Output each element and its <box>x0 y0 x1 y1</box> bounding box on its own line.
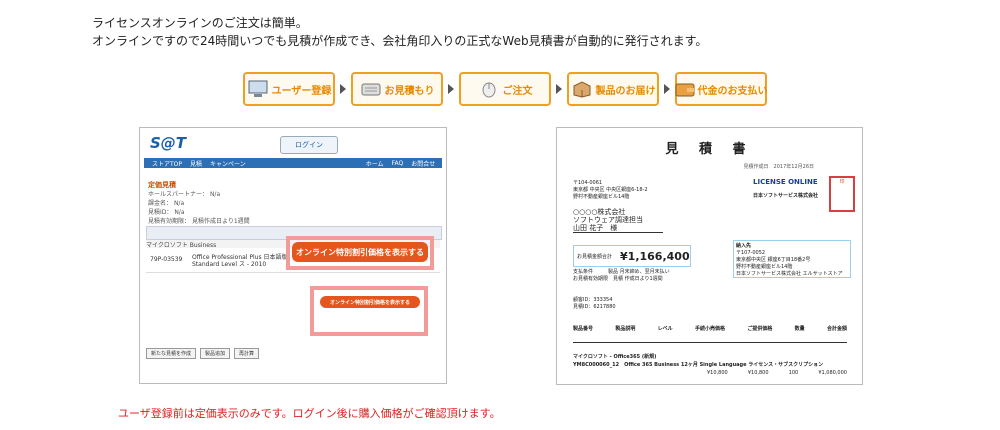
total-amount: ¥1,166,400 <box>620 249 690 263</box>
keyboard-icon <box>360 79 382 99</box>
arrow-icon <box>448 84 454 94</box>
vendor-name: 日本ソフトサービス株式会社 <box>753 193 819 199</box>
mouse-icon <box>478 79 500 99</box>
arrow-icon <box>340 84 346 94</box>
discount-price-button[interactable]: オンライン特別割引価格を表示する <box>320 296 420 308</box>
license-online-logo: LICENSE ONLINE 日本ソフトサービス株式会社 <box>753 178 819 199</box>
nav-item[interactable]: ホーム <box>366 159 384 168</box>
quotation-document: 見 積 書 見積作成日 2017年12月26日 〒104-0061 東京都 中央区… <box>556 127 863 385</box>
divider <box>573 342 847 343</box>
arrow-icon <box>664 84 670 94</box>
item-values: ¥10,800 ¥10,800 100 ¥1,080,000 <box>707 370 847 376</box>
step-user-registration[interactable]: ユーザー登録 <box>243 72 335 106</box>
estimate-screen-screenshot: S@T ログイン ストアTOP 見積 キャンペーン ホーム FAQ お問合せ 定… <box>139 127 447 384</box>
company-seal: 印 <box>829 176 855 212</box>
section-title: 定価見積 <box>148 181 176 189</box>
login-button[interactable]: ログイン <box>280 136 338 154</box>
store-nav: ストアTOP 見積 キャンペーン ホーム FAQ お問合せ <box>144 158 442 168</box>
intro-line-2: オンラインですので24時間いつでも見積が作成でき、会社角印入りの正式なWeb見積… <box>92 34 708 48</box>
product-name: Office Professional Plus 日本語版 Standard L… <box>192 254 288 268</box>
total-label: お見積金額合計 <box>577 253 613 260</box>
step-order[interactable]: ご注文 <box>459 72 551 106</box>
step-label: 代金のお支払い <box>697 85 768 97</box>
estimate-info: ホールスパートナー： N/a 課金名： N/a 見積ID： N/a 見積有効期限… <box>148 191 250 225</box>
total-amount-box: お見積金額合計 ¥1,166,400 <box>573 245 691 267</box>
doc-title: 見 積 書 <box>665 142 754 157</box>
login-notice: ユーザ登録前は定価表示のみです。ログイン後に購入価格がご確認頂けます。 <box>118 407 501 420</box>
nav-item[interactable]: お問合せ <box>411 159 435 168</box>
arrow-icon <box>556 84 562 94</box>
step-label: 製品のお届け <box>595 85 656 97</box>
highlight-box <box>310 286 428 336</box>
discount-price-button[interactable]: オンライン特別割引価格を表示する <box>292 242 428 262</box>
nav-item[interactable]: FAQ <box>392 160 404 167</box>
payment-terms: 支払条件 製品 月末締め、翌月末払い お見積有効期限 見積 作成日より1週間 <box>573 269 670 282</box>
delivery-address: 納入先 〒107-0052 東京都中央区 銀座6丁目18番2号 野村不動産銀座ビル14… <box>733 240 851 278</box>
item-table-header: 製品番号 製品説明 レベル 手続小売価格 ご提供価格 数量 合計金額 <box>573 326 847 332</box>
action-buttons: 新たな見積を作成 製品追加 再計算 <box>146 348 260 359</box>
nav-item[interactable]: キャンペーン <box>210 159 246 168</box>
step-label: ご注文 <box>502 85 533 97</box>
add-product-button[interactable]: 製品追加 <box>200 348 231 359</box>
client-name: ○○○○株式会社 ソフトウェア調達担当 山田 花子 様 <box>573 208 663 233</box>
step-payment[interactable]: 代金のお支払い <box>675 72 768 106</box>
product-code: 79P-03539 <box>150 256 183 263</box>
step-label: お見積もり <box>384 85 435 97</box>
computer-icon <box>247 79 269 99</box>
client-address: 〒104-0061 東京都 中央区 中央区銀座6-18-2 野村不動産銀座ビル14階 <box>573 180 648 200</box>
intro-line-1: ライセンスオンラインのご注文は簡単。 <box>92 16 308 30</box>
order-steps: ユーザー登録 お見積もり ご注文 製品のお届け 代金のお支払い <box>243 72 768 106</box>
intro-text: ライセンスオンラインのご注文は簡単。 オンラインですので24時間いつでも見積が作… <box>92 14 707 50</box>
nav-item[interactable]: ストアTOP <box>152 159 182 168</box>
step-estimate[interactable]: お見積もり <box>351 72 443 106</box>
recalculate-button[interactable]: 再計算 <box>234 348 260 359</box>
doc-date: 見積作成日 2017年12月26日 <box>743 164 814 170</box>
new-estimate-button[interactable]: 新たな見積を作成 <box>146 348 197 359</box>
store-logo: S@T <box>150 134 187 152</box>
item-row: マイクロソフト - Office365 (新規) YM8C000060_12 Of… <box>573 354 824 368</box>
estimate-ids: 顧客ID：333354 見積ID：6217880 <box>573 297 616 310</box>
nav-item[interactable]: 見積 <box>190 159 202 168</box>
wallet-icon <box>675 79 695 99</box>
step-label: ユーザー登録 <box>271 85 332 97</box>
step-delivery[interactable]: 製品のお届け <box>567 72 659 106</box>
box-icon <box>571 79 593 99</box>
